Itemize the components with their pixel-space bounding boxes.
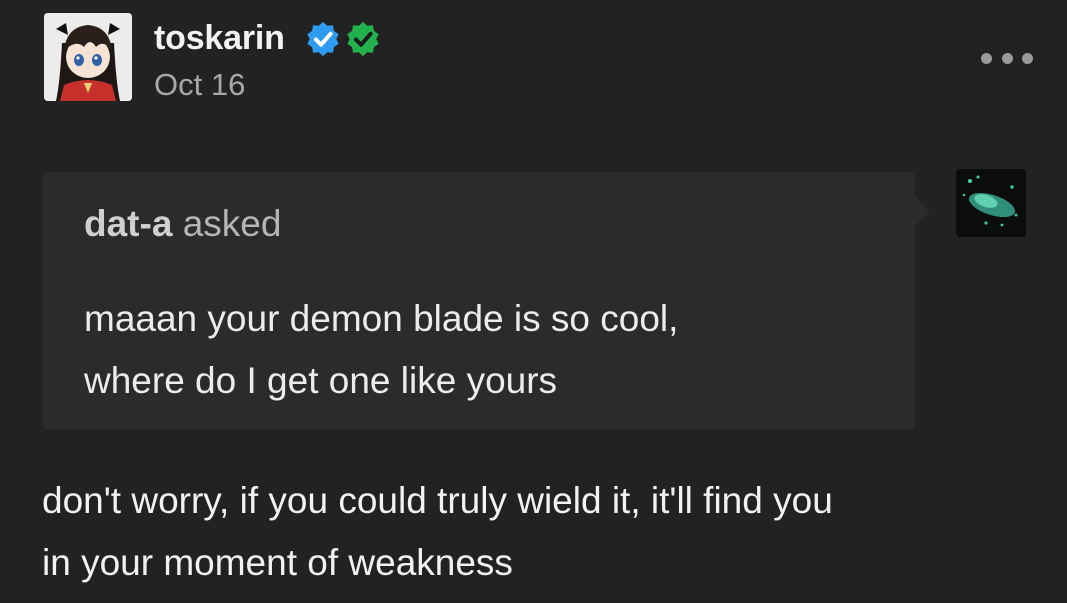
dot [1001,52,1013,64]
blue-verified-check-badge-icon[interactable] [304,20,342,58]
ask-box: dat-a asked maaan your demon blade is so… [42,172,930,430]
question-text: maaan your demon blade is so cool, where… [84,298,679,401]
answer-text: don't worry, if you could truly wield it… [42,480,833,583]
anime-figure-avatar-icon [44,13,132,101]
author-avatar[interactable] [44,13,132,101]
asker-avatar[interactable] [956,169,1026,237]
dot [1022,52,1033,64]
asker-name[interactable]: dat-a [84,203,172,244]
green-verified-check-badge-icon[interactable] [344,20,382,58]
post-card: toskarin Oct 16 dat-a asked maaan your d… [0,0,1067,603]
asker-avatar-icon [956,169,1026,237]
more-options-icon[interactable] [981,48,1033,68]
dot [981,52,992,64]
verified-badges [304,20,382,58]
post-date[interactable]: Oct 16 [154,67,245,103]
asked-label: asked [182,203,282,244]
author-username[interactable]: toskarin [154,18,285,58]
asker-line: dat-a asked [84,202,281,246]
